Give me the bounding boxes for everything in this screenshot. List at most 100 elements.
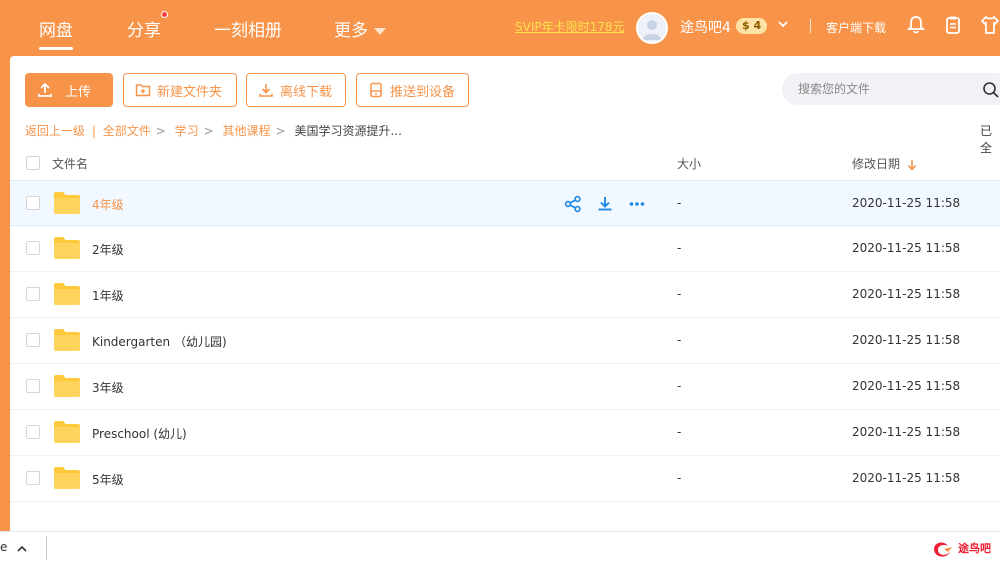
file-size: - [677, 425, 682, 439]
file-date: 2020-11-25 11:58 [852, 241, 961, 255]
folder-icon [54, 421, 80, 443]
file-size: - [677, 241, 682, 255]
upload-icon [38, 82, 52, 97]
select-all-checkbox[interactable] [26, 156, 40, 170]
upload-label: 上传 [65, 84, 92, 100]
download-icon[interactable] [596, 195, 614, 213]
breadcrumb-back[interactable]: 返回上一级 [25, 124, 85, 138]
file-size: - [677, 287, 682, 301]
file-name[interactable]: 2年级 [92, 241, 124, 258]
file-date: 2020-11-25 11:58 [852, 425, 961, 439]
nav-more-label: 更多 [334, 21, 368, 41]
divider [46, 536, 47, 560]
row-checkbox[interactable] [26, 333, 40, 347]
file-date: 2020-11-25 11:58 [852, 196, 961, 210]
chevron-down-icon[interactable] [777, 18, 789, 30]
share-icon[interactable] [564, 195, 582, 213]
file-size: - [677, 333, 682, 347]
breadcrumb: 返回上一级 | 全部文件 > 学习 > 其他课程 > 美国学习资源提升... [25, 124, 402, 138]
table-row[interactable]: 4年级 - 2020-11-25 11:58 [10, 180, 1000, 226]
folder-icon [54, 192, 80, 214]
clipboard-icon[interactable] [943, 15, 963, 35]
client-download-link[interactable]: 客户端下载 [826, 19, 886, 36]
row-checkbox[interactable] [26, 471, 40, 485]
new-folder-label: 新建文件夹 [157, 84, 223, 100]
search-input[interactable] [782, 73, 1000, 105]
column-size[interactable]: 大小 [677, 155, 701, 172]
breadcrumb-current: 美国学习资源提升... [294, 124, 402, 138]
download-icon [259, 84, 273, 97]
push-to-device-button[interactable]: 推送到设备 [356, 73, 469, 107]
offline-download-button[interactable]: 离线下载 [246, 73, 346, 107]
row-checkbox[interactable] [26, 287, 40, 301]
coin-badge: $ 4 [736, 18, 768, 34]
caret-down-icon [374, 27, 386, 35]
folder-icon [54, 237, 80, 259]
file-name[interactable]: 1年级 [92, 287, 124, 304]
file-name[interactable]: 4年级 [92, 196, 124, 213]
watermark-text: 途鸟吧 [958, 542, 991, 555]
edge-text: e [0, 540, 8, 554]
push-to-device-label: 推送到设备 [390, 84, 456, 100]
file-size: - [677, 196, 682, 210]
notification-dot [161, 11, 168, 18]
file-name[interactable]: 5年级 [92, 471, 124, 488]
file-date: 2020-11-25 11:58 [852, 333, 961, 347]
device-icon [370, 82, 382, 98]
folder-icon [54, 467, 80, 489]
sort-down-icon [907, 159, 916, 171]
upload-button[interactable]: 上传 [25, 73, 113, 107]
nav-album[interactable]: 一刻相册 [214, 16, 282, 41]
column-date[interactable]: 修改日期 [852, 155, 917, 172]
column-name[interactable]: 文件名 [52, 155, 88, 172]
bell-icon[interactable] [906, 15, 926, 35]
folder-icon [54, 329, 80, 351]
file-name[interactable]: 3年级 [92, 379, 124, 396]
table-row[interactable]: 5年级 - 2020-11-25 11:58 [10, 456, 1000, 502]
table-header: 文件名 大小 修改日期 [10, 146, 1000, 180]
table-row[interactable]: 1年级 - 2020-11-25 11:58 [10, 272, 1000, 318]
breadcrumb-other-courses[interactable]: 其他课程 [223, 124, 271, 138]
file-list: 4年级 - 2020-11-25 11:58 2年级 - 2020-11-25 … [10, 180, 1000, 502]
row-checkbox[interactable] [26, 196, 40, 210]
nav-netdisk[interactable]: 网盘 [39, 16, 73, 50]
row-actions [564, 195, 646, 213]
file-date: 2020-11-25 11:58 [852, 287, 961, 301]
file-size: - [677, 471, 682, 485]
table-row[interactable]: 3年级 - 2020-11-25 11:58 [10, 364, 1000, 410]
breadcrumb-study[interactable]: 学习 [175, 124, 199, 138]
breadcrumb-all-files[interactable]: 全部文件 [103, 124, 151, 138]
search-icon[interactable] [982, 81, 1000, 99]
file-size: - [677, 379, 682, 393]
folder-icon [54, 375, 80, 397]
file-name[interactable]: Kindergarten （幼儿园) [92, 333, 227, 350]
shirt-icon[interactable] [980, 15, 1000, 35]
row-checkbox[interactable] [26, 425, 40, 439]
top-nav: 网盘 分享 一刻相册 更多 SVIP年卡限时178元 途鸟吧4 $ 4 客户端下… [0, 0, 1000, 54]
row-checkbox[interactable] [26, 379, 40, 393]
table-row[interactable]: 2年级 - 2020-11-25 11:58 [10, 226, 1000, 272]
new-folder-icon [135, 84, 151, 97]
svip-promo-link[interactable]: SVIP年卡限时178元 [515, 18, 625, 35]
more-icon[interactable] [628, 195, 646, 213]
file-panel: 上传 新建文件夹 离线下载 推送到设备 返回上一级 | 全部文件> 学习> 其他… [10, 56, 1000, 531]
file-name[interactable]: Preschool (幼儿) [92, 425, 187, 442]
avatar[interactable] [636, 12, 668, 44]
user-avatar-icon [642, 20, 662, 40]
bottom-bar: e 途鸟吧 [0, 531, 1000, 562]
offline-download-label: 离线下载 [280, 84, 333, 100]
nav-share[interactable]: 分享 [127, 16, 161, 41]
chevron-up-icon[interactable] [16, 543, 28, 555]
row-checkbox[interactable] [26, 241, 40, 255]
table-row[interactable]: Kindergarten （幼儿园) - 2020-11-25 11:58 [10, 318, 1000, 364]
username[interactable]: 途鸟吧4 [680, 17, 731, 37]
folder-icon [54, 283, 80, 305]
breadcrumb-separator: | [91, 124, 96, 138]
column-date-label: 修改日期 [852, 157, 901, 171]
file-date: 2020-11-25 11:58 [852, 379, 961, 393]
nav-more[interactable]: 更多 [334, 16, 386, 41]
divider [810, 19, 811, 33]
file-date: 2020-11-25 11:58 [852, 471, 961, 485]
new-folder-button[interactable]: 新建文件夹 [123, 73, 237, 107]
table-row[interactable]: Preschool (幼儿) - 2020-11-25 11:58 [10, 410, 1000, 456]
